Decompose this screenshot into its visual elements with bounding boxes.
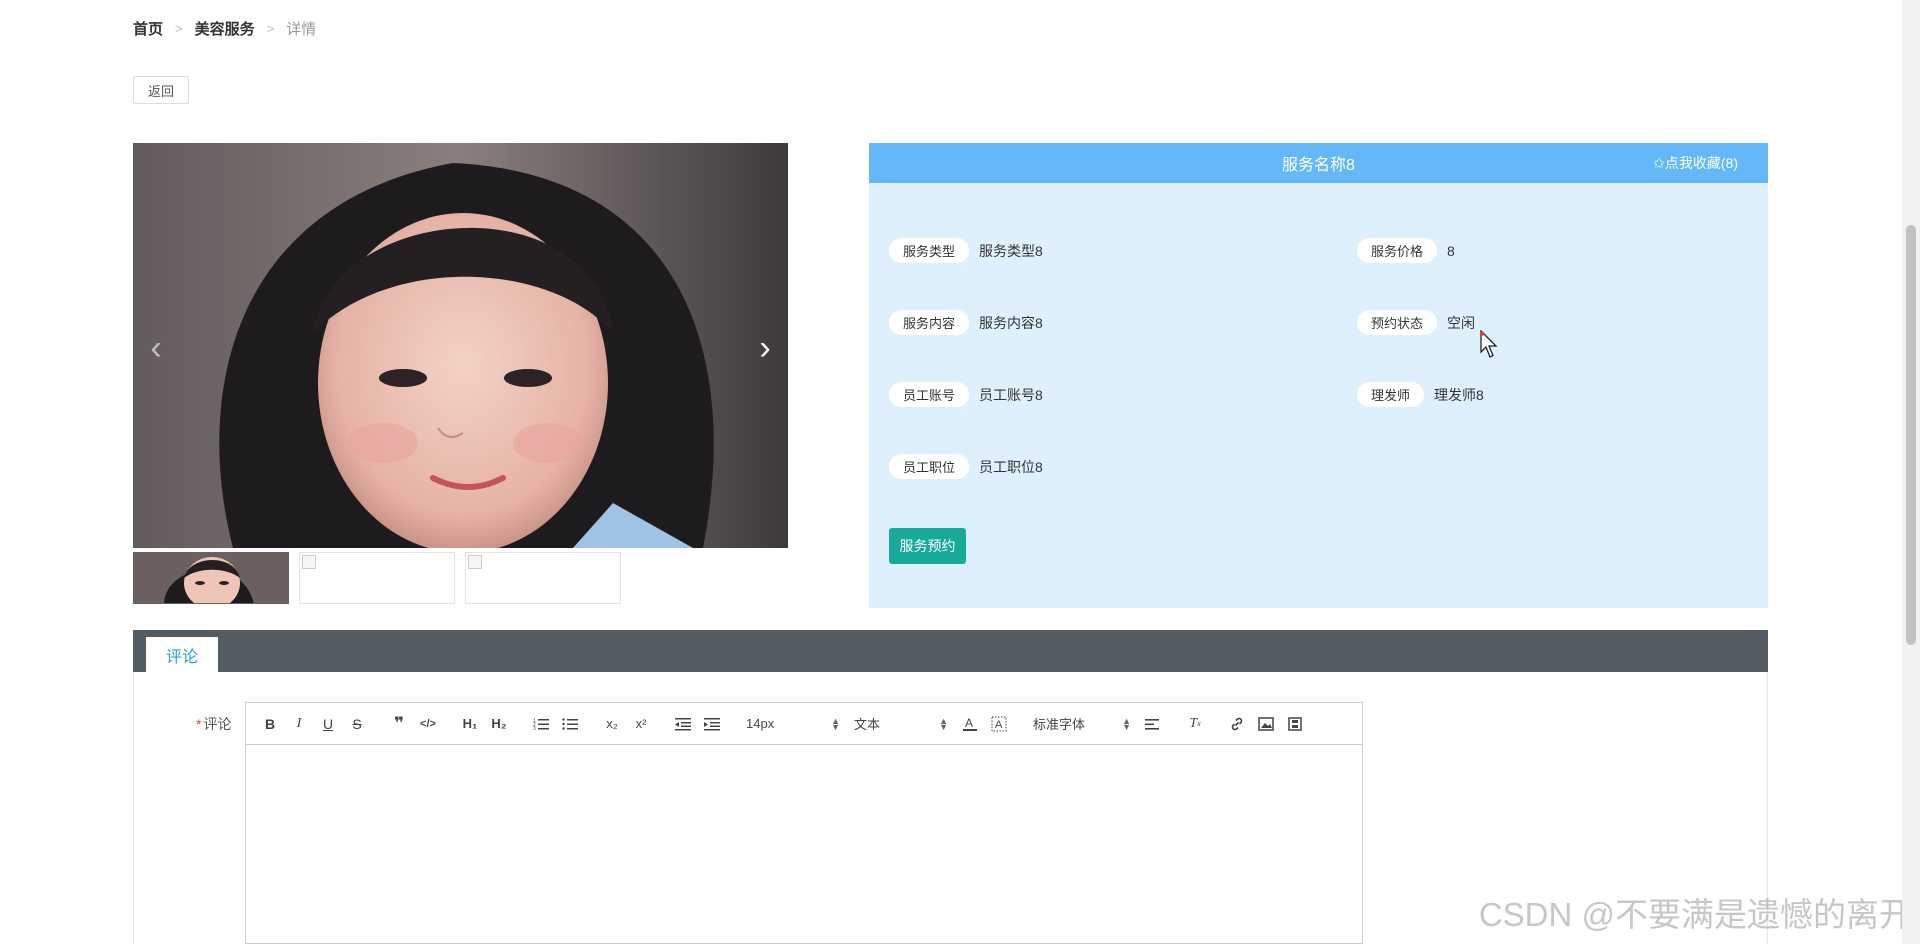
breadcrumb-separator: >	[266, 21, 275, 36]
underline-icon[interactable]: U	[314, 712, 342, 736]
comment-textarea[interactable]	[246, 745, 1362, 943]
breadcrumb-section[interactable]: 美容服务	[195, 18, 255, 39]
breadcrumb-home[interactable]: 首页	[133, 18, 163, 39]
thumbnail-photo	[134, 553, 288, 603]
favorite-button[interactable]: ✩点我收藏(8)	[1653, 143, 1738, 183]
breadcrumb: 首页 > 美容服务 > 详情	[133, 18, 316, 39]
service-title: 服务名称8	[1282, 157, 1355, 174]
field-booking-status: 预约状态 空闲	[1357, 310, 1475, 335]
link-icon[interactable]	[1223, 712, 1251, 736]
service-info-panel: 服务名称8 ✩点我收藏(8) 服务类型 服务类型8 服务价格 8 服务内容 服务…	[869, 143, 1768, 608]
font-size-value: 14px	[746, 716, 775, 731]
comment-label-text: 评论	[203, 716, 232, 732]
field-label: 员工职位	[889, 454, 970, 479]
font-color-icon[interactable]: A	[956, 712, 984, 736]
tab-comments[interactable]: 评论	[146, 637, 218, 672]
rich-text-editor: B I U S ❞ </> H₁ H₂ 123 x₂ x² 14px ▲ ▼ 文…	[245, 702, 1363, 944]
field-service-content: 服务内容 服务内容8	[889, 310, 1043, 335]
background-color-icon[interactable]: A	[985, 712, 1013, 736]
superscript-icon[interactable]: x²	[627, 712, 655, 736]
font-family-value: 标准字体	[1033, 717, 1086, 732]
field-label: 服务类型	[889, 238, 970, 263]
scrollbar-thumb[interactable]	[1906, 225, 1916, 645]
back-button[interactable]: 返回	[133, 76, 189, 104]
code-block-icon[interactable]: </>	[414, 712, 442, 736]
field-value: 服务内容8	[979, 314, 1043, 331]
subscript-icon[interactable]: x₂	[598, 712, 626, 736]
comment-tab-bar: 评论	[133, 630, 1768, 672]
broken-image-icon	[468, 555, 482, 569]
italic-icon[interactable]: I	[285, 712, 313, 736]
field-label: 服务内容	[889, 310, 970, 335]
service-photo	[133, 143, 788, 548]
field-label: 预约状态	[1357, 310, 1438, 335]
svg-text:A: A	[965, 716, 973, 730]
bold-icon[interactable]: B	[256, 712, 284, 736]
field-service-type: 服务类型 服务类型8	[889, 238, 1043, 263]
field-label: 服务价格	[1357, 238, 1438, 263]
carousel-next-button[interactable]: ›	[750, 328, 780, 368]
field-value: 空闲	[1447, 314, 1476, 331]
thumbnail[interactable]	[465, 552, 621, 604]
breadcrumb-current: 详情	[286, 21, 317, 38]
comment-field-label: * 评论	[196, 714, 231, 734]
field-barber: 理发师 理发师8	[1357, 382, 1484, 407]
field-value: 员工职位8	[979, 458, 1043, 475]
font-size-select[interactable]: 14px ▲ ▼	[746, 712, 840, 736]
required-mark: *	[196, 716, 202, 732]
heading-2-icon[interactable]: H₂	[485, 712, 513, 736]
field-value: 服务类型8	[979, 242, 1043, 259]
thumbnail[interactable]	[133, 552, 289, 604]
field-value: 员工账号8	[979, 386, 1043, 403]
broken-image-icon	[302, 555, 316, 569]
heading-1-icon[interactable]: H₁	[456, 712, 484, 736]
block-format-select[interactable]: 文本 ▲ ▼	[854, 712, 948, 736]
mouse-cursor-icon	[1480, 330, 1498, 358]
clear-format-icon[interactable]: Tx	[1181, 712, 1209, 736]
thumbnail-strip	[133, 552, 621, 604]
book-service-button[interactable]: 服务预约	[889, 528, 966, 564]
select-caret-icon: ▲ ▼	[1122, 715, 1131, 732]
field-service-price: 服务价格 8	[1357, 238, 1455, 263]
service-header: 服务名称8 ✩点我收藏(8)	[869, 143, 1768, 183]
field-value: 理发师8	[1434, 386, 1484, 403]
page: 首页 > 美容服务 > 详情 返回 ‹ › 服务名称8 ✩点我收藏(8) 服务类…	[0, 0, 1920, 944]
thumbnail[interactable]	[299, 552, 455, 604]
svg-text:A: A	[995, 719, 1003, 731]
image-icon[interactable]	[1252, 712, 1280, 736]
breadcrumb-separator: >	[175, 21, 183, 36]
font-family-select[interactable]: 标准字体 ▲ ▼	[1033, 712, 1131, 736]
carousel-prev-button[interactable]: ‹	[141, 328, 171, 368]
field-staff-position: 员工职位 员工职位8	[889, 454, 1043, 479]
video-icon[interactable]	[1281, 712, 1309, 736]
ordered-list-icon[interactable]: 123	[527, 712, 555, 736]
bullet-list-icon[interactable]	[556, 712, 584, 736]
watermark: CSDN @不要满是遗憾的离开	[1478, 896, 1912, 933]
indent-icon[interactable]	[698, 712, 726, 736]
select-caret-icon: ▲ ▼	[831, 715, 840, 732]
editor-toolbar: B I U S ❞ </> H₁ H₂ 123 x₂ x² 14px ▲ ▼ 文…	[246, 703, 1362, 745]
field-staff-account: 员工账号 员工账号8	[889, 382, 1043, 407]
page-scrollbar[interactable]	[1902, 0, 1920, 944]
select-caret-icon: ▲ ▼	[939, 715, 948, 732]
image-carousel[interactable]: ‹ ›	[133, 143, 788, 548]
field-value: 8	[1447, 242, 1455, 259]
strikethrough-icon[interactable]: S	[343, 712, 371, 736]
svg-text:3: 3	[533, 726, 536, 731]
field-label: 理发师	[1357, 382, 1425, 407]
block-format-value: 文本	[854, 717, 881, 732]
blockquote-icon[interactable]: ❞	[385, 712, 413, 736]
align-left-icon[interactable]	[1139, 712, 1167, 736]
field-label: 员工账号	[889, 382, 970, 407]
outdent-icon[interactable]	[669, 712, 697, 736]
